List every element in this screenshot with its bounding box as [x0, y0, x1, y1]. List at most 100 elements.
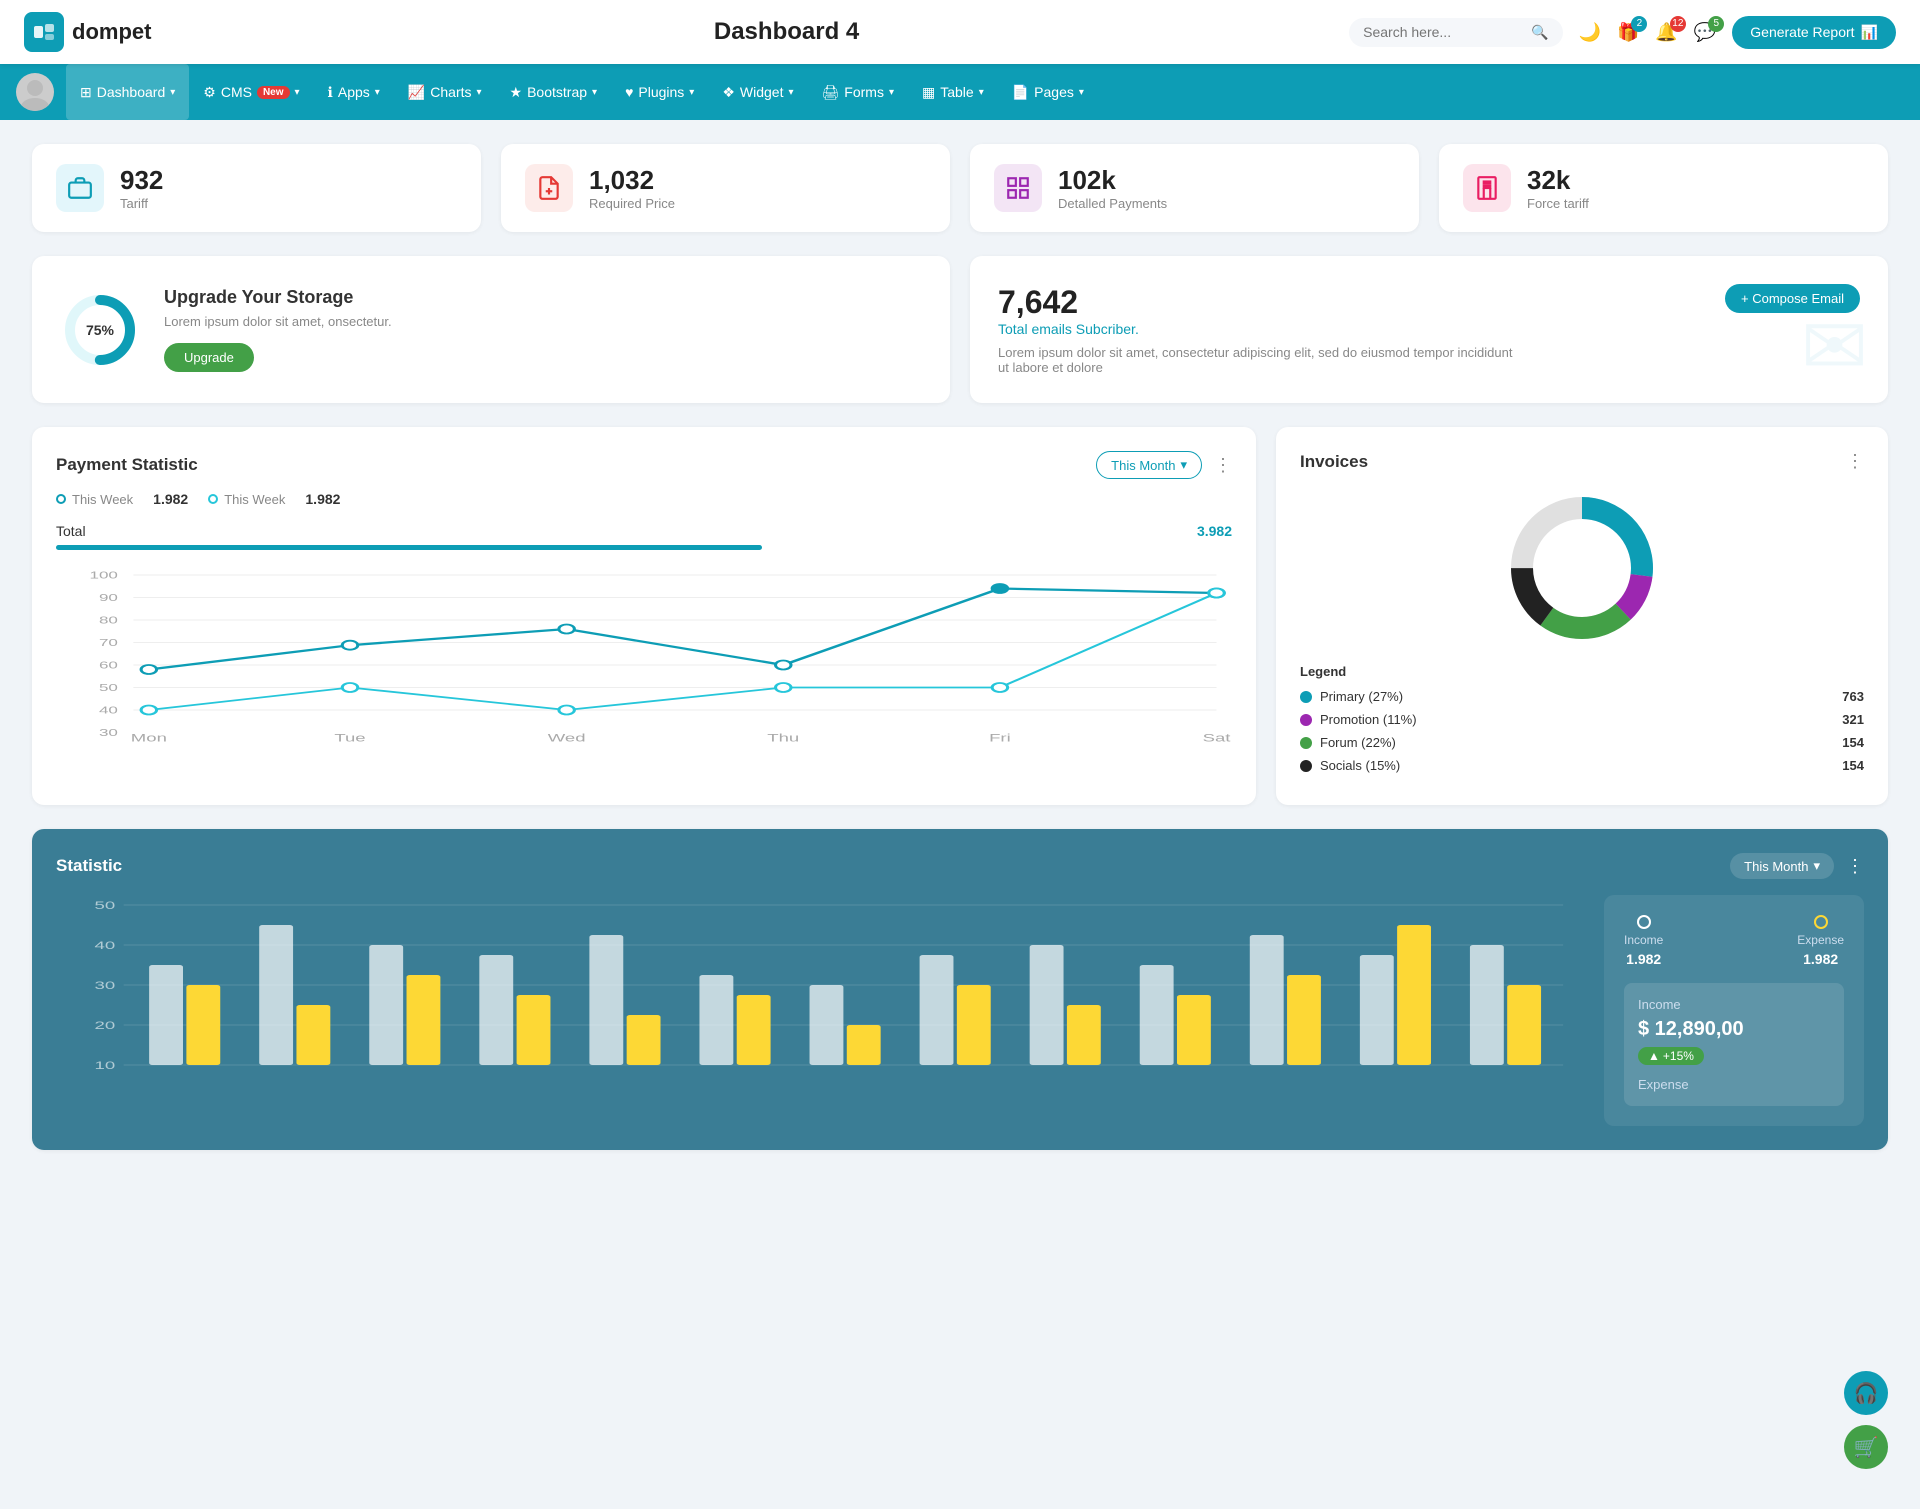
payment-card: Payment Statistic This Month ▾ ⋮ This We… [32, 427, 1256, 805]
float-buttons: 🎧 🛒 [1844, 1371, 1888, 1469]
chevron-down-icon: ▾ [788, 87, 793, 98]
invoices-title: Invoices [1300, 452, 1368, 472]
force-label: Force tariff [1527, 196, 1589, 211]
receipt-icon [525, 164, 573, 212]
legend-title: Legend [1300, 664, 1864, 679]
invoices-menu-button[interactable]: ⋮ [1846, 451, 1864, 472]
expense-legend-item: Expense 1.982 [1797, 915, 1844, 967]
bar-chart-container: 50 40 30 20 10 [56, 895, 1580, 1126]
svg-text:Thu: Thu [767, 732, 799, 744]
tariff-value: 932 [120, 165, 163, 196]
expense-value: 1.982 [1803, 951, 1838, 967]
promotion-color [1300, 714, 1312, 726]
legend-value-2: 1.982 [305, 491, 340, 507]
this-month-button[interactable]: This Month ▾ [1096, 451, 1202, 479]
chat-button[interactable]: 💬5 [1694, 22, 1716, 43]
legend-entry-forum: Forum (22%) 154 [1300, 735, 1864, 750]
total-bar [56, 545, 762, 550]
nav-cms[interactable]: ⚙ CMS New ▾ [189, 64, 313, 120]
chevron-down-icon: ▾ [1813, 858, 1820, 874]
stat-cards-grid: 932 Tariff 1,032 Required Price 102k Det… [32, 144, 1888, 232]
invoices-card: Invoices ⋮ Legend [1276, 427, 1888, 805]
chevron-down-icon: ▾ [295, 87, 300, 98]
payment-legend: This Week 1.982 This Week 1.982 [56, 491, 1232, 507]
pages-icon: 📄 [1012, 84, 1029, 101]
stat-card-price: 1,032 Required Price [501, 144, 950, 232]
income-legend-dot [1637, 915, 1651, 929]
logo-icon [24, 12, 64, 52]
generate-report-button[interactable]: Generate Report 📊 [1732, 16, 1896, 49]
chevron-down-icon: ▾ [979, 87, 984, 98]
arrow-up-icon: ▲ [1648, 1049, 1660, 1063]
avatar [16, 73, 54, 111]
nav-pages[interactable]: 📄 Pages ▾ [998, 64, 1098, 120]
svg-text:90: 90 [99, 592, 118, 603]
info-icon: ℹ [328, 84, 333, 101]
storage-donut: 75% [60, 290, 140, 370]
search-input[interactable] [1363, 24, 1523, 40]
statistic-month-button[interactable]: This Month ▾ [1730, 853, 1834, 879]
page-title: Dashboard 4 [224, 18, 1349, 46]
payments-value: 102k [1058, 165, 1167, 196]
nav-dashboard[interactable]: ⊞ Dashboard ▾ [66, 64, 189, 120]
logo-area: dompet [24, 12, 224, 52]
grid-icon: ⊞ [80, 84, 92, 101]
payment-menu-button[interactable]: ⋮ [1214, 455, 1232, 476]
nav-apps[interactable]: ℹ Apps ▾ [314, 64, 394, 120]
payment-chart: 100 90 80 70 60 50 40 30 [56, 566, 1232, 746]
email-desc: Lorem ipsum dolor sit amet, consectetur … [998, 345, 1515, 375]
payment-invoices-section: Payment Statistic This Month ▾ ⋮ This We… [32, 427, 1888, 805]
headset-button[interactable]: 🎧 [1844, 1371, 1888, 1415]
statistic-header: Statistic This Month ▾ ⋮ [56, 853, 1864, 879]
total-label: Total [56, 523, 86, 539]
legend-value-1: 1.982 [153, 491, 188, 507]
logo-text: dompet [72, 19, 151, 45]
chart-icon: 📈 [408, 84, 425, 101]
income-label: Income [1624, 933, 1663, 947]
svg-text:Wed: Wed [548, 732, 586, 744]
invoices-donut [1300, 488, 1864, 648]
svg-text:40: 40 [95, 940, 116, 952]
search-icon[interactable]: 🔍 [1531, 24, 1548, 41]
gift-button[interactable]: 🎁2 [1617, 22, 1639, 43]
building-icon [1463, 164, 1511, 212]
legend-item-1: This Week [56, 492, 133, 507]
legend-entry-primary: Primary (27%) 763 [1300, 689, 1864, 704]
income-box: Income $ 12,890,00 ▲ +15% Expense [1624, 983, 1844, 1106]
cart-button[interactable]: 🛒 [1844, 1425, 1888, 1469]
payment-header-right: This Month ▾ ⋮ [1096, 451, 1232, 479]
navbar: ⊞ Dashboard ▾ ⚙ CMS New ▾ ℹ Apps ▾ 📈 Cha… [0, 64, 1920, 120]
nav-widget[interactable]: ❖ Widget ▾ [708, 64, 807, 120]
bell-button[interactable]: 🔔12 [1655, 22, 1677, 43]
nav-forms[interactable]: 🖨 Forms ▾ [808, 64, 908, 120]
legend-dot-1 [56, 494, 66, 504]
stat-right-panel: Income 1.982 Expense 1.982 Income $ 12,8… [1604, 895, 1864, 1126]
chevron-down-icon: ▾ [592, 87, 597, 98]
chat-badge: 5 [1708, 16, 1724, 32]
grid2-icon [994, 164, 1042, 212]
income-change: ▲ +15% [1638, 1047, 1704, 1065]
chevron-down-icon: ▾ [375, 87, 380, 98]
moon-icon[interactable]: 🌙 [1579, 22, 1601, 43]
upgrade-button[interactable]: Upgrade [164, 343, 254, 372]
nav-plugins[interactable]: ♥ Plugins ▾ [611, 64, 708, 120]
expense-label: Expense [1797, 933, 1844, 947]
storage-percent: 75% [86, 322, 114, 338]
statistic-menu-button[interactable]: ⋮ [1846, 856, 1864, 877]
chevron-down-icon: ▾ [170, 87, 175, 98]
nav-charts[interactable]: 📈 Charts ▾ [394, 64, 496, 120]
gear-icon: ⚙ [203, 84, 216, 101]
price-label: Required Price [589, 196, 675, 211]
email-watermark-icon: ✉ [1801, 300, 1868, 393]
storage-info: Upgrade Your Storage Lorem ipsum dolor s… [164, 287, 392, 372]
email-card: 7,642 Total emails Subcriber. Lorem ipsu… [970, 256, 1888, 403]
forms-icon: 🖨 [822, 84, 840, 101]
nav-table[interactable]: ▦ Table ▾ [908, 64, 998, 120]
storage-title: Upgrade Your Storage [164, 287, 392, 308]
svg-text:60: 60 [99, 659, 118, 670]
price-value: 1,032 [589, 165, 675, 196]
primary-color [1300, 691, 1312, 703]
nav-bootstrap[interactable]: ★ Bootstrap ▾ [496, 64, 612, 120]
star-icon: ★ [510, 84, 523, 101]
middle-section: 75% Upgrade Your Storage Lorem ipsum dol… [32, 256, 1888, 403]
